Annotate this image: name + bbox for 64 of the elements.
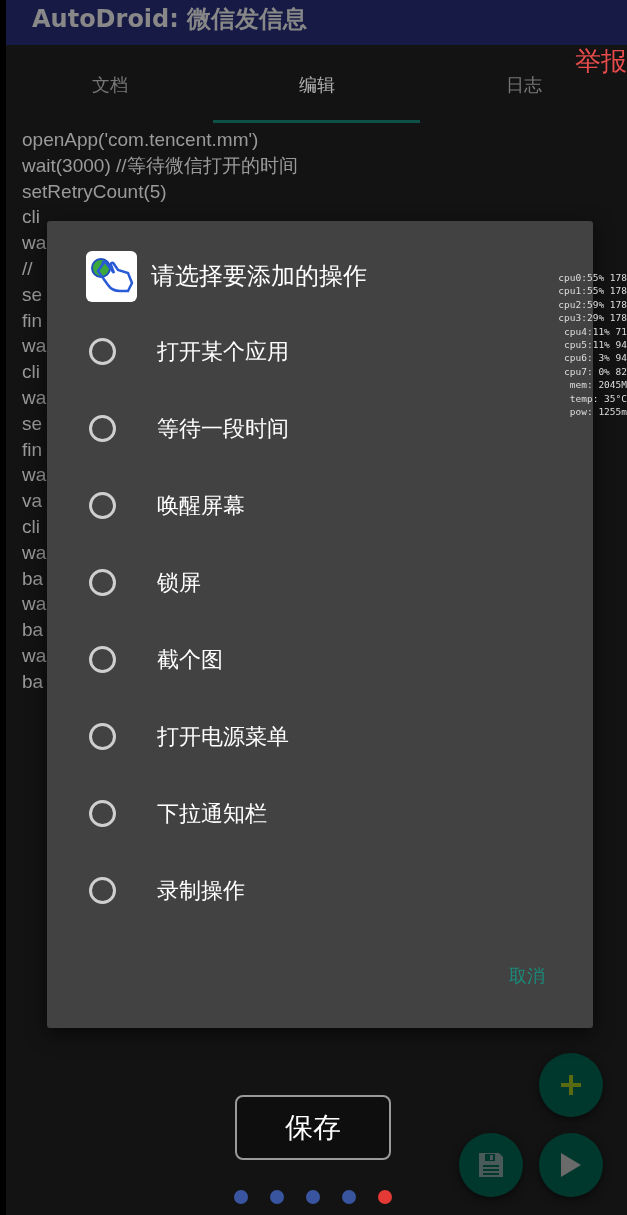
- radio-button[interactable]: [89, 723, 116, 750]
- code-line: cli: [22, 360, 40, 385]
- report-link[interactable]: 举报: [575, 44, 627, 79]
- perf-stat: cpu4:11% 71: [564, 324, 627, 339]
- radio-button[interactable]: [89, 415, 116, 442]
- code-line: va: [22, 489, 43, 514]
- radio-button[interactable]: [89, 338, 116, 365]
- code-line: wait(3000) //等待微信打开的时间: [22, 153, 298, 178]
- option-label: 打开某个应用: [157, 337, 289, 366]
- page-dot[interactable]: [377, 1190, 392, 1204]
- perf-stat: cpu6: 3% 94: [564, 351, 627, 365]
- code-line: wa: [22, 463, 47, 488]
- perf-stat: cpu2:59% 178: [558, 297, 627, 312]
- dialog-title: 请选择要添加的操作: [151, 261, 367, 292]
- page-dot[interactable]: [305, 1190, 320, 1204]
- radio-button[interactable]: [89, 646, 116, 673]
- page-dot[interactable]: [233, 1190, 248, 1204]
- perf-stat: mem: 2045M: [569, 378, 627, 392]
- code-line: se: [22, 282, 43, 307]
- radio-button[interactable]: [89, 800, 116, 827]
- code-line: fin: [22, 308, 43, 333]
- tab[interactable]: 编辑: [213, 76, 420, 123]
- perf-stat: cpu5:11% 94: [564, 338, 627, 352]
- option-label: 唤醒屏幕: [157, 491, 245, 520]
- perf-stat: cpu7: 0% 82: [564, 364, 627, 379]
- perf-stat: cpu0:55% 178: [558, 271, 627, 285]
- tab[interactable]: 文档: [6, 76, 213, 123]
- tap-hand-icon: [86, 250, 137, 302]
- code-line: wa: [22, 385, 47, 410]
- code-line: fin: [22, 437, 43, 462]
- app-title: AutoDroid: 微信发信息: [32, 4, 308, 34]
- code-line: setRetryCount(5): [22, 179, 167, 204]
- code-line: se: [22, 411, 43, 436]
- code-line: wa: [22, 643, 47, 668]
- code-line: cli: [22, 514, 40, 539]
- radio-button[interactable]: [89, 569, 116, 596]
- radio-button[interactable]: [89, 492, 116, 519]
- code-line: ba: [22, 566, 44, 591]
- option-label: 打开电源菜单: [157, 722, 289, 751]
- plus-icon: [560, 1074, 582, 1096]
- perf-stat: cpu3:29% 178: [558, 311, 627, 325]
- code-line: ba: [22, 618, 44, 643]
- play-icon: [560, 1152, 582, 1178]
- option-label: 下拉通知栏: [157, 799, 267, 828]
- perf-stat: cpu1:55% 178: [558, 284, 627, 298]
- page-dot[interactable]: [341, 1190, 356, 1204]
- option-label: 截个图: [157, 645, 223, 674]
- code-line: openApp('com.tencent.mm'): [22, 128, 259, 152]
- code-line: wa: [22, 540, 47, 565]
- perf-stat: temp: 35°C: [569, 391, 627, 406]
- code-line: wa: [22, 592, 47, 617]
- code-line: wa: [22, 231, 47, 256]
- perf-stat: pow: 1255m: [569, 405, 627, 419]
- option-label: 等待一段时间: [157, 414, 289, 443]
- save-button[interactable]: 保存: [234, 1095, 391, 1160]
- radio-button[interactable]: [89, 877, 116, 904]
- tab[interactable]: 日志: [420, 76, 627, 123]
- code-line: //: [22, 257, 33, 281]
- code-line: wa: [22, 334, 47, 359]
- code-line: ba: [22, 669, 44, 694]
- option-label: 锁屏: [157, 568, 201, 597]
- option-label: 录制操作: [157, 876, 245, 905]
- page-dot[interactable]: [269, 1190, 284, 1204]
- code-line: cli: [22, 205, 40, 230]
